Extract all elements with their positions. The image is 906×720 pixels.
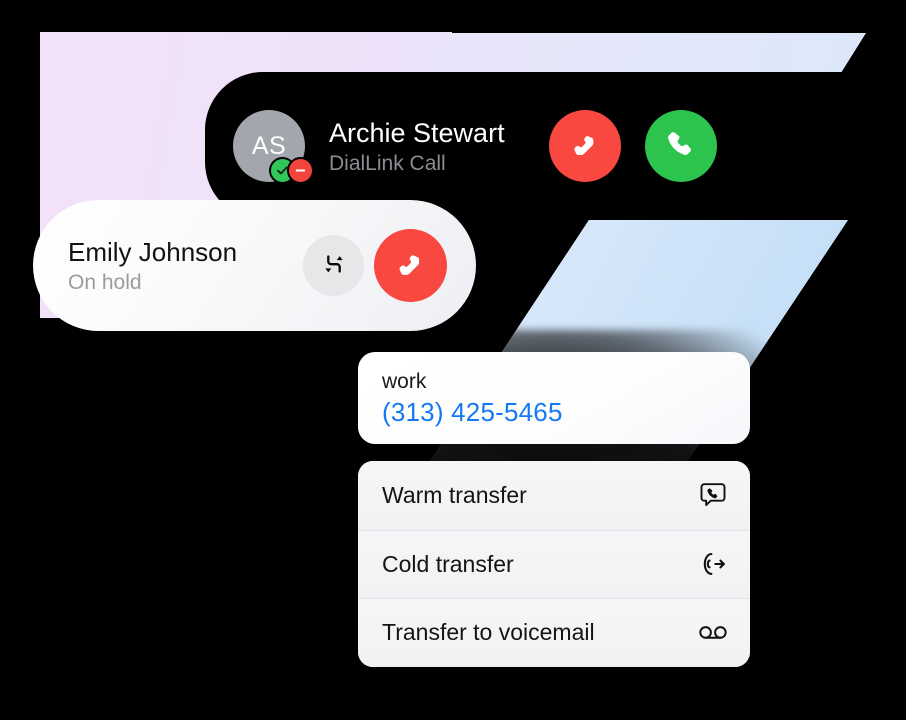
call-subtitle: DialLink Call [329,151,446,175]
call-widget-illustration: AS Archie Stewart DialLink Call Emily Jo… [0,0,906,720]
phone-number[interactable]: (313) 425-5465 [382,395,750,429]
menu-item-label: Transfer to voicemail [382,619,595,646]
held-call-info: Emily Johnson On hold [68,236,303,296]
swap-arrows-icon [319,249,349,282]
menu-item-transfer-to-voicemail[interactable]: Transfer to voicemail [358,598,750,667]
phone-in-speech-bubble-icon [696,478,730,512]
decline-call-button[interactable] [548,110,621,182]
voicemail-icon [696,616,730,650]
number-label: work [382,370,427,393]
minus-badge-icon [287,157,314,184]
accept-call-button[interactable] [644,110,717,182]
menu-item-label: Warm transfer [382,481,527,508]
phone-arrow-right-icon [696,547,730,581]
avatar: AS [233,110,314,184]
menu-item-label: Cold transfer [382,550,514,577]
menu-item-cold-transfer[interactable]: Cold transfer [358,529,750,598]
caller-info: Archie Stewart DialLink Call [329,116,505,177]
menu-item-warm-transfer[interactable]: Warm transfer [358,461,750,530]
caller-name: Archie Stewart [329,117,505,148]
phone-down-icon [567,127,603,166]
incoming-call-card: AS Archie Stewart DialLink Call [205,72,906,220]
transfer-menu: Warm transfer Cold transfer Transfer to … [358,461,750,667]
held-call-status: On hold [68,270,142,294]
held-call-card: Emily Johnson On hold [33,200,476,331]
phone-icon [664,128,698,165]
end-held-call-button[interactable] [374,229,447,302]
phone-down-icon [392,246,429,286]
swap-calls-button[interactable] [303,235,364,296]
contact-number-card[interactable]: work (313) 425-5465 [358,352,750,444]
held-call-name: Emily Johnson [68,236,238,267]
